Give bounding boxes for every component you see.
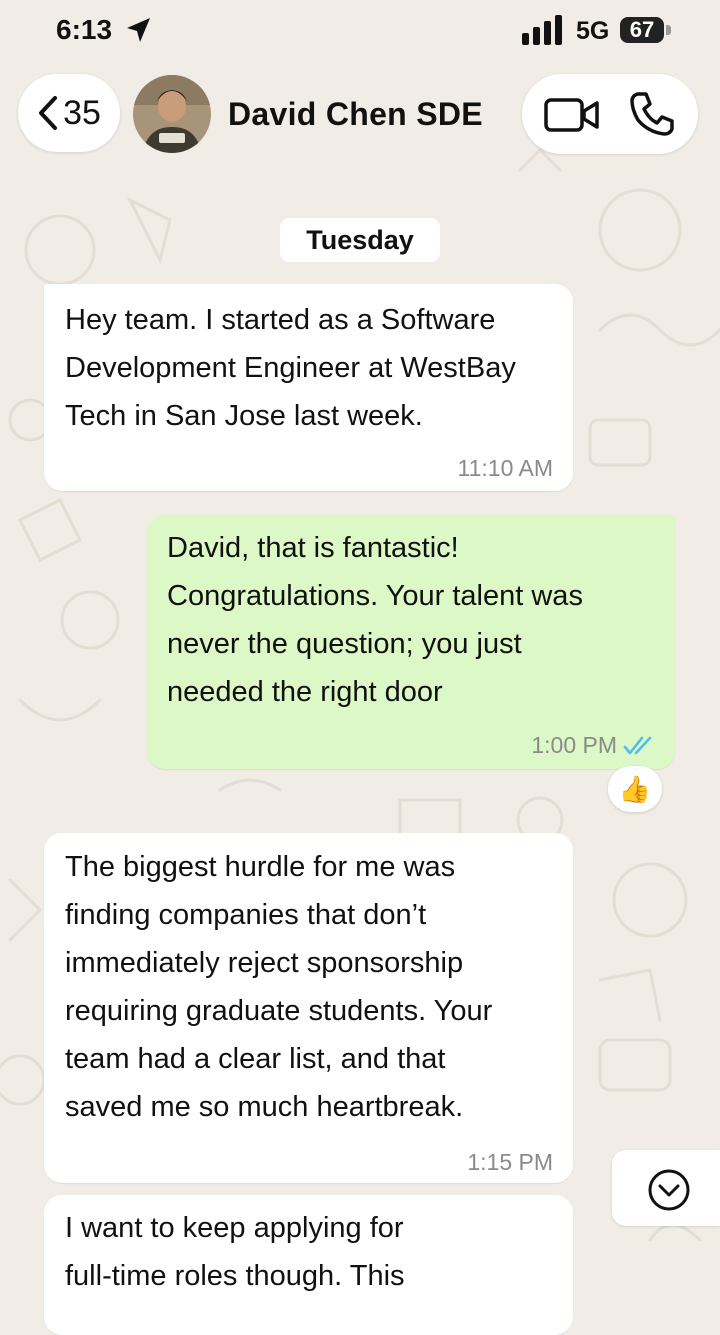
date-divider: Tuesday: [280, 218, 440, 262]
signal-bars-icon: [522, 15, 562, 45]
battery-tip: [666, 25, 671, 35]
video-call-icon[interactable]: [544, 97, 600, 133]
unread-count: 35: [63, 93, 101, 132]
chevron-left-icon: [39, 96, 58, 130]
contact-name[interactable]: David Chen SDE: [228, 96, 483, 133]
status-time: 6:13: [56, 14, 113, 45]
message-timestamp: 1:15 PM: [467, 1149, 553, 1175]
thumbs-up-reaction[interactable]: 👍: [608, 766, 662, 812]
network-type: 5G: [576, 17, 610, 45]
message-bubble-incoming[interactable]: Hey team. I started as a Software Develo…: [44, 284, 573, 491]
battery-indicator: 67: [620, 17, 664, 43]
message-bubble-incoming[interactable]: The biggest hurdle for me was finding co…: [44, 833, 573, 1183]
message-text: David, that is fantastic! Congratulation…: [167, 532, 583, 708]
message-bubble-incoming[interactable]: I want to keep applying for full-time ro…: [44, 1195, 573, 1335]
location-arrow-icon: [127, 18, 150, 42]
thumbs-up-icon: 👍: [618, 773, 652, 804]
message-timestamp: 1:00 PM: [531, 732, 617, 758]
message-timestamp: 11:10 AM: [457, 455, 553, 481]
double-check-icon: [623, 736, 652, 755]
message-text: Hey team. I started as a Software Develo…: [65, 304, 516, 432]
back-button[interactable]: 35: [18, 74, 120, 152]
contact-avatar[interactable]: [133, 75, 211, 153]
phone-call-icon[interactable]: [628, 90, 676, 138]
chevron-down-circle-icon[interactable]: [647, 1168, 691, 1212]
message-text: The biggest hurdle for me was finding co…: [65, 851, 493, 1123]
message-bubble-outgoing[interactable]: David, that is fantastic! Congratulation…: [147, 515, 675, 769]
message-text: I want to keep applying for full-time ro…: [65, 1212, 405, 1292]
